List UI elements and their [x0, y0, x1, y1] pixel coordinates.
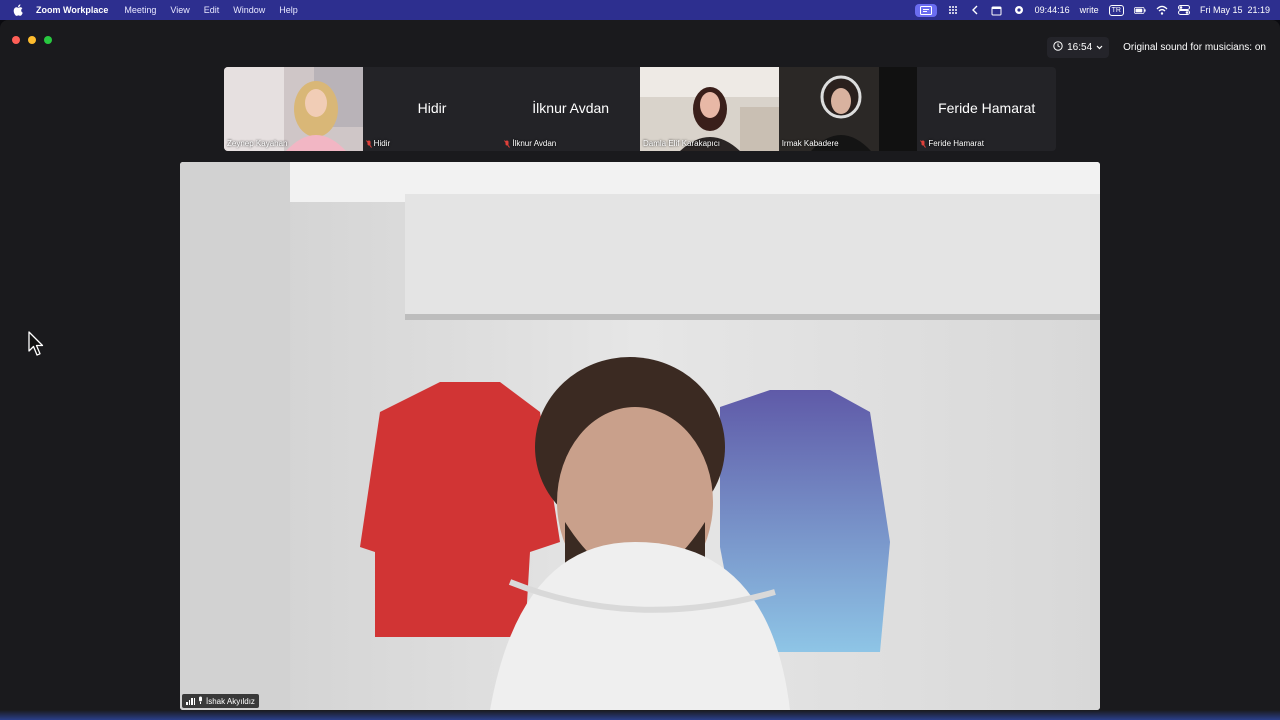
active-speaker-video[interactable]: İshak Akyıldız: [180, 162, 1100, 710]
macos-menubar: Zoom Workplace Meeting View Edit Window …: [0, 0, 1280, 20]
control-center-icon[interactable]: [1177, 4, 1190, 16]
apple-icon[interactable]: [12, 4, 24, 16]
write-label[interactable]: write: [1080, 5, 1099, 15]
chevron-left-icon[interactable]: [969, 4, 981, 16]
participant-tile[interactable]: Zeynep Kayahan: [224, 67, 363, 151]
participant-tile[interactable]: Hidir Hidir: [362, 67, 502, 151]
record-icon[interactable]: [1013, 4, 1025, 16]
desktop-edge: [0, 710, 1280, 720]
meeting-timer[interactable]: 16:54: [1047, 37, 1110, 58]
calendar-icon[interactable]: [991, 4, 1003, 16]
participant-display-name: Hidir: [417, 100, 447, 116]
mic-icon: [198, 696, 203, 706]
meeting-status-bar: 16:54 Original sound for musicians: on: [1047, 37, 1266, 58]
mic-muted-icon: [920, 139, 927, 148]
participant-name-label: Irmak Kabadere: [781, 139, 839, 148]
zoom-meeting-window: 16:54 Original sound for musicians: on Z…: [0, 20, 1280, 720]
mic-muted-icon: [504, 139, 511, 148]
speaker-name: İshak Akyıldız: [206, 696, 255, 706]
participant-name-label: Hidir: [365, 139, 390, 148]
participant-tile[interactable]: İlknur Avdan İlknur Avdan: [501, 67, 641, 151]
participant-display-name: Feride Hamarat: [938, 100, 1036, 116]
menu-meeting[interactable]: Meeting: [124, 5, 156, 15]
speaker-video-frame: [180, 162, 1100, 710]
mic-muted-icon: [365, 139, 372, 148]
screen-share-status-icon[interactable]: [914, 3, 937, 17]
participant-display-name: İlknur Avdan: [532, 100, 610, 116]
wifi-icon[interactable]: [1156, 4, 1168, 16]
menubar-datetime[interactable]: Fri May 15 21:19: [1200, 5, 1270, 15]
menubar-clock[interactable]: 09:44:16: [1035, 5, 1070, 15]
participant-name-label: Feride Hamarat: [920, 139, 984, 148]
participant-name-label: Damla Elif Karakapıcı: [643, 139, 720, 148]
speaker-name-label: İshak Akyıldız: [182, 694, 259, 708]
clock-icon: [1053, 41, 1063, 54]
elapsed-time: 16:54: [1067, 42, 1093, 53]
signal-strength-icon: [186, 697, 195, 705]
menu-edit[interactable]: Edit: [204, 5, 220, 15]
menu-view[interactable]: View: [170, 5, 189, 15]
input-source-badge[interactable]: TR: [1108, 4, 1124, 16]
menu-window[interactable]: Window: [233, 5, 265, 15]
participant-tile-active[interactable]: Damla Elif Karakapıcı: [640, 67, 779, 151]
minimize-window-button[interactable]: [28, 36, 36, 44]
chevron-down-icon: [1096, 42, 1103, 53]
menu-help[interactable]: Help: [279, 5, 298, 15]
window-controls: [12, 36, 52, 44]
app-menu[interactable]: Zoom Workplace: [36, 5, 108, 15]
fullscreen-window-button[interactable]: [44, 36, 52, 44]
original-sound-status[interactable]: Original sound for musicians: on: [1123, 42, 1266, 53]
participant-name-label: İlknur Avdan: [504, 139, 556, 148]
participant-strip: Zeynep Kayahan Hidir Hidir İlknur Avdan …: [224, 67, 1056, 151]
grid-icon[interactable]: [947, 4, 959, 16]
battery-icon[interactable]: [1133, 4, 1146, 16]
participant-name-label: Zeynep Kayahan: [227, 139, 288, 148]
participant-tile[interactable]: Irmak Kabadere: [778, 67, 918, 151]
mouse-pointer-icon: [28, 331, 44, 357]
participant-tile[interactable]: Feride Hamarat Feride Hamarat: [917, 67, 1056, 151]
close-window-button[interactable]: [12, 36, 20, 44]
